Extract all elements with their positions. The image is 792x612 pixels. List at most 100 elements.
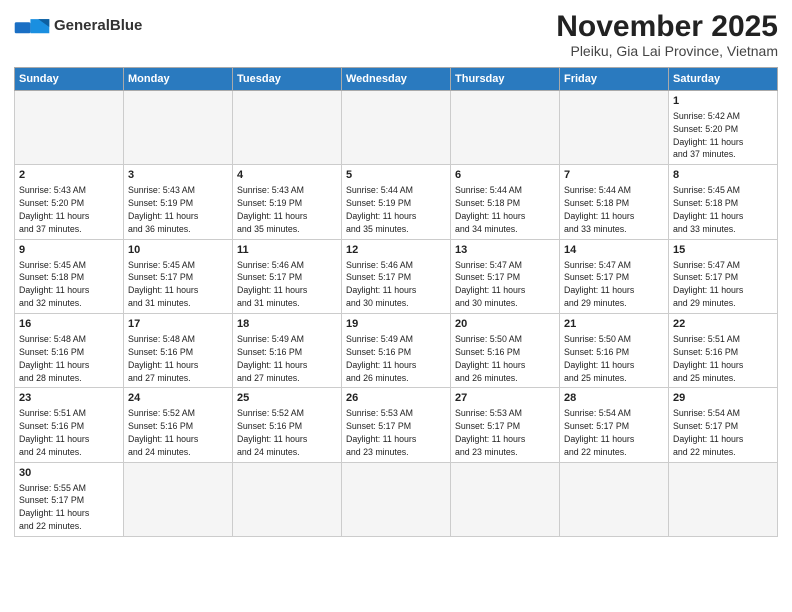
calendar-cell: 3 Sunrise: 5:43 AM Sunset: 5:19 PM Daylig… (124, 165, 233, 239)
day-info: Sunrise: 5:54 AM Sunset: 5:17 PM Dayligh… (564, 408, 634, 457)
calendar-cell: 25Sunrise: 5:52 AM Sunset: 5:16 PM Dayli… (233, 388, 342, 462)
calendar-cell (124, 462, 233, 536)
calendar-cell: 6 Sunrise: 5:44 AM Sunset: 5:18 PM Daylig… (451, 165, 560, 239)
day-number: 5 (346, 168, 446, 183)
day-info: Sunrise: 5:52 AM Sunset: 5:16 PM Dayligh… (128, 408, 198, 457)
calendar-cell: 30 Sunrise: 5:55 AM Sunset: 5:17 PM Dayli… (15, 462, 124, 536)
day-info: Sunrise: 5:43 AM Sunset: 5:19 PM Dayligh… (237, 185, 307, 234)
day-number: 28 (564, 391, 664, 406)
weekday-header-row: SundayMondayTuesdayWednesdayThursdayFrid… (15, 68, 778, 91)
generalblue-logo-icon (14, 16, 50, 38)
day-number: 27 (455, 391, 555, 406)
day-info: Sunrise: 5:42 AM Sunset: 5:20 PM Dayligh… (673, 111, 743, 160)
week-row-1: 1Sunrise: 5:42 AM Sunset: 5:20 PM Daylig… (15, 91, 778, 165)
day-info: Sunrise: 5:53 AM Sunset: 5:17 PM Dayligh… (455, 408, 525, 457)
calendar-cell: 22 Sunrise: 5:51 AM Sunset: 5:16 PM Dayli… (669, 314, 778, 388)
day-info: Sunrise: 5:50 AM Sunset: 5:16 PM Dayligh… (564, 334, 634, 383)
day-number: 18 (237, 317, 337, 332)
calendar-cell (15, 91, 124, 165)
header-area: GeneralBlue November 2025 Pleiku, Gia La… (14, 10, 778, 59)
day-info: Sunrise: 5:49 AM Sunset: 5:16 PM Dayligh… (237, 334, 307, 383)
calendar-cell: 11 Sunrise: 5:46 AM Sunset: 5:17 PM Dayli… (233, 239, 342, 313)
calendar-cell: 23 Sunrise: 5:51 AM Sunset: 5:16 PM Dayli… (15, 388, 124, 462)
day-number: 12 (346, 243, 446, 258)
title-area: November 2025 Pleiku, Gia Lai Province, … (556, 10, 778, 59)
calendar-cell: 24 Sunrise: 5:52 AM Sunset: 5:16 PM Dayli… (124, 388, 233, 462)
calendar-cell: 7 Sunrise: 5:44 AM Sunset: 5:18 PM Daylig… (560, 165, 669, 239)
day-info: Sunrise: 5:49 AM Sunset: 5:16 PM Dayligh… (346, 334, 416, 383)
day-number: 19 (346, 317, 446, 332)
day-number: 13 (455, 243, 555, 258)
day-number: 29 (673, 391, 773, 406)
day-number: 6 (455, 168, 555, 183)
day-info: Sunrise: 5:43 AM Sunset: 5:20 PM Dayligh… (19, 185, 89, 234)
day-number: 23 (19, 391, 119, 406)
calendar-cell: 14Sunrise: 5:47 AM Sunset: 5:17 PM Dayli… (560, 239, 669, 313)
calendar-cell: 19 Sunrise: 5:49 AM Sunset: 5:16 PM Dayli… (342, 314, 451, 388)
day-info: Sunrise: 5:48 AM Sunset: 5:16 PM Dayligh… (19, 334, 89, 383)
calendar-cell: 2 Sunrise: 5:43 AM Sunset: 5:20 PM Daylig… (15, 165, 124, 239)
day-info: Sunrise: 5:43 AM Sunset: 5:19 PM Dayligh… (128, 185, 198, 234)
day-number: 25 (237, 391, 337, 406)
day-info: Sunrise: 5:44 AM Sunset: 5:18 PM Dayligh… (564, 185, 634, 234)
calendar-cell: 8Sunrise: 5:45 AM Sunset: 5:18 PM Daylig… (669, 165, 778, 239)
day-number: 7 (564, 168, 664, 183)
day-number: 21 (564, 317, 664, 332)
day-info: Sunrise: 5:50 AM Sunset: 5:16 PM Dayligh… (455, 334, 525, 383)
week-row-6: 30 Sunrise: 5:55 AM Sunset: 5:17 PM Dayli… (15, 462, 778, 536)
calendar-cell: 12 Sunrise: 5:46 AM Sunset: 5:17 PM Dayli… (342, 239, 451, 313)
weekday-header-thursday: Thursday (451, 68, 560, 91)
day-info: Sunrise: 5:51 AM Sunset: 5:16 PM Dayligh… (673, 334, 743, 383)
calendar-cell: 9 Sunrise: 5:45 AM Sunset: 5:18 PM Daylig… (15, 239, 124, 313)
calendar-cell: 26 Sunrise: 5:53 AM Sunset: 5:17 PM Dayli… (342, 388, 451, 462)
day-info: Sunrise: 5:55 AM Sunset: 5:17 PM Dayligh… (19, 483, 89, 532)
day-info: Sunrise: 5:44 AM Sunset: 5:18 PM Dayligh… (455, 185, 525, 234)
calendar-cell: 4 Sunrise: 5:43 AM Sunset: 5:19 PM Daylig… (233, 165, 342, 239)
day-number: 8 (673, 168, 773, 183)
calendar-cell (451, 462, 560, 536)
calendar-cell (233, 91, 342, 165)
day-number: 20 (455, 317, 555, 332)
day-number: 22 (673, 317, 773, 332)
weekday-header-sunday: Sunday (15, 68, 124, 91)
day-number: 11 (237, 243, 337, 258)
day-info: Sunrise: 5:46 AM Sunset: 5:17 PM Dayligh… (346, 260, 416, 309)
day-number: 30 (19, 466, 119, 481)
calendar-cell: 10 Sunrise: 5:45 AM Sunset: 5:17 PM Dayli… (124, 239, 233, 313)
day-info: Sunrise: 5:47 AM Sunset: 5:17 PM Dayligh… (564, 260, 634, 309)
day-info: Sunrise: 5:45 AM Sunset: 5:18 PM Dayligh… (19, 260, 89, 309)
day-info: Sunrise: 5:45 AM Sunset: 5:17 PM Dayligh… (128, 260, 198, 309)
weekday-header-friday: Friday (560, 68, 669, 91)
day-number: 2 (19, 168, 119, 183)
logo-general-text: General (54, 17, 110, 34)
logo-area: GeneralBlue (14, 10, 142, 38)
day-number: 3 (128, 168, 228, 183)
day-info: Sunrise: 5:53 AM Sunset: 5:17 PM Dayligh… (346, 408, 416, 457)
day-number: 26 (346, 391, 446, 406)
calendar-cell: 16Sunrise: 5:48 AM Sunset: 5:16 PM Dayli… (15, 314, 124, 388)
day-number: 4 (237, 168, 337, 183)
day-info: Sunrise: 5:46 AM Sunset: 5:17 PM Dayligh… (237, 260, 307, 309)
day-number: 9 (19, 243, 119, 258)
day-info: Sunrise: 5:47 AM Sunset: 5:17 PM Dayligh… (455, 260, 525, 309)
weekday-header-wednesday: Wednesday (342, 68, 451, 91)
day-number: 10 (128, 243, 228, 258)
day-info: Sunrise: 5:51 AM Sunset: 5:16 PM Dayligh… (19, 408, 89, 457)
calendar-cell: 27 Sunrise: 5:53 AM Sunset: 5:17 PM Dayli… (451, 388, 560, 462)
calendar-cell: 13 Sunrise: 5:47 AM Sunset: 5:17 PM Dayli… (451, 239, 560, 313)
weekday-header-saturday: Saturday (669, 68, 778, 91)
day-info: Sunrise: 5:48 AM Sunset: 5:16 PM Dayligh… (128, 334, 198, 383)
calendar-cell: 18 Sunrise: 5:49 AM Sunset: 5:16 PM Dayli… (233, 314, 342, 388)
day-number: 24 (128, 391, 228, 406)
week-row-5: 23 Sunrise: 5:51 AM Sunset: 5:16 PM Dayli… (15, 388, 778, 462)
calendar-cell (342, 91, 451, 165)
weekday-header-monday: Monday (124, 68, 233, 91)
day-info: Sunrise: 5:54 AM Sunset: 5:17 PM Dayligh… (673, 408, 743, 457)
calendar-cell (560, 91, 669, 165)
day-number: 15 (673, 243, 773, 258)
calendar-cell (342, 462, 451, 536)
location-title: Pleiku, Gia Lai Province, Vietnam (556, 43, 778, 59)
week-row-3: 9 Sunrise: 5:45 AM Sunset: 5:18 PM Daylig… (15, 239, 778, 313)
calendar-cell (560, 462, 669, 536)
calendar-cell: 5Sunrise: 5:44 AM Sunset: 5:19 PM Daylig… (342, 165, 451, 239)
